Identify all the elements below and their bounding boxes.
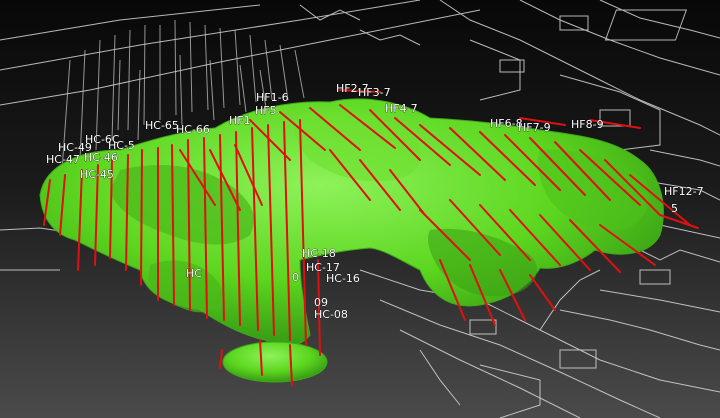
label-hc-08: HC-08 (314, 308, 348, 321)
scene-canvas[interactable]: HF2-7 HF3-7 HF1-6 HF5 HF4-7 HF6-8 HF7-9 … (0, 0, 720, 418)
label-hc: HC (186, 267, 202, 280)
label-hf1-6: HF1-6 (256, 91, 289, 104)
label-hf3-7: HF3-7 (358, 86, 391, 99)
label-hf8-9: HF8-9 (571, 118, 604, 131)
orebody-lower-lens (222, 341, 328, 383)
label-5: 5 (671, 202, 678, 215)
label-hf5: HF5 (255, 104, 277, 117)
label-hc-65: HC-65 (145, 119, 179, 132)
3d-viewport[interactable]: HF2-7 HF3-7 HF1-6 HF5 HF4-7 HF6-8 HF7-9 … (0, 0, 720, 418)
label-hc-45: HC-45 (80, 168, 114, 181)
label-0: 0 (292, 271, 299, 284)
label-hc-46: HC-46 (84, 151, 118, 164)
label-hf7-9: HF7-9 (518, 121, 551, 134)
label-hf12-7: HF12-7 (664, 185, 704, 198)
label-hc-47: HC-47 (46, 153, 80, 166)
label-hf1: HF1 (229, 114, 251, 127)
label-09: 09 (314, 296, 328, 309)
label-hc-16: HC-16 (326, 272, 360, 285)
label-hc-66: HC-66 (176, 123, 210, 136)
label-hf4-7: HF4-7 (385, 102, 418, 115)
label-hc-18: HC-18 (302, 247, 336, 260)
